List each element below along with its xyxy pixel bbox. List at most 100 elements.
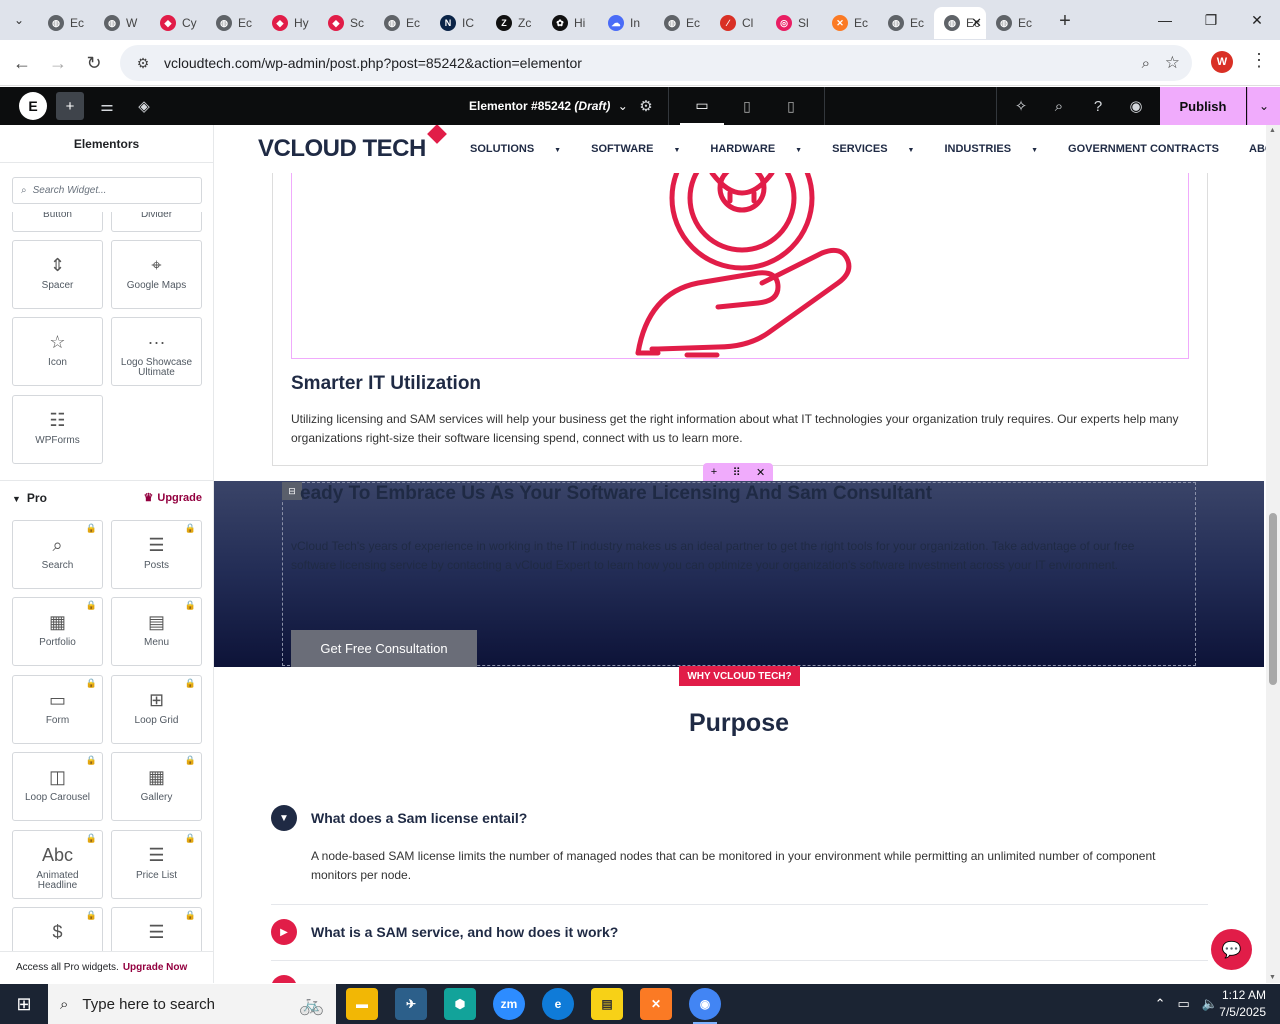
help-icon[interactable]: ? bbox=[1084, 92, 1112, 120]
browser-tab[interactable]: ✿ Hi bbox=[542, 7, 598, 39]
widget-card[interactable]: ⌖ Google Maps bbox=[111, 240, 202, 309]
widget-card[interactable]: ☰ Price List 🔒 bbox=[111, 830, 202, 899]
scroll-up-icon[interactable]: ▲ bbox=[1269, 127, 1276, 134]
widget-card[interactable]: ⌕ Search 🔒 bbox=[12, 520, 103, 589]
site-nav-item[interactable]: SERVICES ▼ bbox=[832, 143, 929, 155]
page-settings-icon[interactable]: ⚙ bbox=[632, 92, 660, 120]
pro-category-header[interactable]: ▼ Pro ♛ Upgrade bbox=[12, 491, 202, 505]
url-bar[interactable]: ⚙ vcloudtech.com/wp-admin/post.php?post=… bbox=[120, 45, 1192, 81]
site-settings-icon[interactable]: ⚌ bbox=[93, 92, 121, 120]
browser-tab[interactable]: ∕ Cl bbox=[710, 7, 766, 39]
profile-avatar[interactable]: W bbox=[1211, 51, 1233, 73]
browser-tab[interactable]: ◍ W bbox=[94, 7, 150, 39]
file-explorer-icon[interactable]: ▬ bbox=[346, 988, 378, 1020]
preview-eye-icon[interactable]: ◉ bbox=[1122, 92, 1150, 120]
widget-card[interactable]: ⊞ Loop Grid 🔒 bbox=[111, 675, 202, 744]
tab-search-chevron-icon[interactable]: ⌄ bbox=[0, 0, 38, 40]
widget-card[interactable]: ▦ Gallery 🔒 bbox=[111, 752, 202, 821]
browser-tab[interactable]: ◍ Ec bbox=[38, 7, 94, 39]
caret-right-icon[interactable]: ▶ bbox=[271, 975, 297, 983]
browser-tab[interactable]: ◎ Sl bbox=[766, 7, 822, 39]
taskbar-clock[interactable]: 1:12 AM 7/5/2025 bbox=[1219, 987, 1266, 1021]
browser-tab[interactable]: ◍ Ec bbox=[374, 7, 430, 39]
browser-tab[interactable]: ◍ Ec bbox=[206, 7, 262, 39]
browser-tab[interactable]: ☁ In bbox=[598, 7, 654, 39]
caret-right-icon[interactable]: ▶ bbox=[271, 919, 297, 945]
widget-card[interactable]: Abc Animated Headline 🔒 bbox=[12, 830, 103, 899]
back-icon[interactable]: ← bbox=[4, 45, 40, 81]
site-info-icon[interactable]: ⚙ bbox=[128, 55, 158, 72]
site-nav-item[interactable]: SOFTWARE ▼ bbox=[591, 143, 695, 155]
minimize-icon[interactable]: — bbox=[1142, 0, 1188, 40]
browser-tab[interactable]: Z Zc bbox=[486, 7, 542, 39]
chat-bubble-icon[interactable]: 💬 bbox=[1211, 929, 1252, 970]
widget-card[interactable]: ▤ Menu 🔒 bbox=[111, 597, 202, 666]
tablet-view-icon[interactable]: ▯ bbox=[725, 87, 769, 125]
finder-search-icon[interactable]: ⌕ bbox=[1045, 92, 1073, 120]
restore-icon[interactable]: ❐ bbox=[1188, 0, 1234, 40]
add-element-icon[interactable]: + bbox=[56, 92, 84, 120]
widget-search-input[interactable]: ⌕ Search Widget... bbox=[12, 177, 202, 204]
volume-icon[interactable]: 🔈 bbox=[1202, 996, 1218, 1012]
browser-tab[interactable]: ◍ Ec ✕ bbox=[934, 7, 986, 39]
cta-section[interactable]: ⊟ eady To Embrace Us As Your Software Li… bbox=[214, 481, 1264, 667]
widget-card[interactable]: ▭ Form 🔒 bbox=[12, 675, 103, 744]
bookmark-star-icon[interactable]: ☆ bbox=[1165, 53, 1180, 73]
upgrade-now-link[interactable]: Upgrade Now bbox=[123, 962, 187, 973]
site-logo[interactable]: VCLOUD TECH bbox=[258, 125, 447, 163]
scroll-down-icon[interactable]: ▼ bbox=[1269, 974, 1276, 981]
widget-card[interactable]: ··· Logo Showcase Ultimate bbox=[111, 317, 202, 386]
browser-tab[interactable]: ◍ Ec bbox=[986, 7, 1042, 39]
drag-section-icon[interactable]: ⠿ bbox=[733, 466, 741, 479]
edge-icon[interactable]: e bbox=[542, 988, 574, 1020]
notifications-icon[interactable]: ✧ bbox=[1007, 92, 1035, 120]
app-hex-icon[interactable]: ⬢ bbox=[444, 988, 476, 1020]
taskbar-search[interactable]: ⌕ Type here to search 🚲 bbox=[48, 984, 336, 1024]
widget-card[interactable]: ☰ Posts 🔒 bbox=[111, 520, 202, 589]
add-section-icon[interactable]: + bbox=[711, 466, 717, 478]
browser-tab[interactable]: ✕ Ec bbox=[822, 7, 878, 39]
publish-button[interactable]: Publish bbox=[1160, 87, 1246, 125]
site-nav-item[interactable]: GOVERNMENT CONTRACTS bbox=[1068, 143, 1234, 155]
page-scrollbar[interactable]: ▲ ▼ bbox=[1266, 125, 1280, 983]
site-nav-item[interactable]: SOLUTIONS ▼ bbox=[470, 143, 576, 155]
chevron-down-icon[interactable]: ▼ bbox=[271, 805, 297, 831]
forward-icon[interactable]: → bbox=[40, 45, 76, 81]
browser-menu-icon[interactable]: ⋮ bbox=[1250, 50, 1268, 71]
mobile-view-icon[interactable]: ▯ bbox=[769, 87, 813, 125]
container-handle-icon[interactable]: ⊟ bbox=[282, 482, 302, 500]
upgrade-link[interactable]: ♛ Upgrade bbox=[144, 491, 203, 505]
widget-card[interactable]: ▦ Portfolio 🔒 bbox=[12, 597, 103, 666]
site-nav-item[interactable]: ABOUT US bbox=[1249, 143, 1266, 155]
image-widget[interactable] bbox=[291, 125, 1189, 359]
widget-button-card[interactable]: Button bbox=[12, 212, 103, 232]
faq-question[interactable]: ▼ What does a Sam license entail? bbox=[271, 805, 1208, 831]
widget-card[interactable]: ☷ WPForms bbox=[12, 395, 103, 464]
faq-question[interactable]: ▶ What is a SAM service, and how does it… bbox=[271, 919, 1208, 945]
browser-tab[interactable]: ◍ Ec bbox=[654, 7, 710, 39]
window-close-icon[interactable]: ✕ bbox=[1234, 0, 1280, 40]
delete-section-icon[interactable]: ✕ bbox=[756, 466, 765, 479]
elementor-logo-icon[interactable]: E bbox=[19, 92, 47, 120]
widget-card[interactable]: ☆ Icon bbox=[12, 317, 103, 386]
browser-tab[interactable]: ◆ Cy bbox=[150, 7, 206, 39]
zoom-app-icon[interactable]: zm bbox=[493, 988, 525, 1020]
faq-item[interactable]: ▶ What is a SAM service, and how does it… bbox=[271, 919, 1208, 945]
tray-chevron-up-icon[interactable]: ⌃ bbox=[1155, 996, 1166, 1012]
site-nav-item[interactable]: HARDWARE ▼ bbox=[710, 143, 817, 155]
get-free-consultation-button[interactable]: Get Free Consultation bbox=[291, 630, 477, 667]
windows-start-icon[interactable]: ⊞ bbox=[0, 984, 48, 1024]
widget-card[interactable]: ⇕ Spacer bbox=[12, 240, 103, 309]
faq-item[interactable]: ▼ What does a Sam license entail? A node… bbox=[271, 805, 1208, 885]
browser-tab[interactable]: ◆ Hy bbox=[262, 7, 318, 39]
chrome-icon[interactable]: ◉ bbox=[689, 988, 721, 1024]
browser-tab[interactable]: ◍ Ec bbox=[878, 7, 934, 39]
document-title[interactable]: Elementor #85242 (Draft) ⌄ bbox=[469, 99, 628, 113]
sticky-notes-icon[interactable]: ▤ bbox=[591, 988, 623, 1020]
reload-icon[interactable]: ↻ bbox=[76, 45, 112, 81]
app-tray-icon[interactable]: ✈ bbox=[395, 988, 427, 1020]
network-icon[interactable]: ▭ bbox=[1178, 996, 1190, 1012]
zoom-icon[interactable]: ⌕ bbox=[1142, 55, 1150, 72]
publish-options-chevron-icon[interactable]: ⌄ bbox=[1247, 87, 1280, 125]
faq-item-partial[interactable]: ▶ bbox=[271, 975, 1208, 983]
